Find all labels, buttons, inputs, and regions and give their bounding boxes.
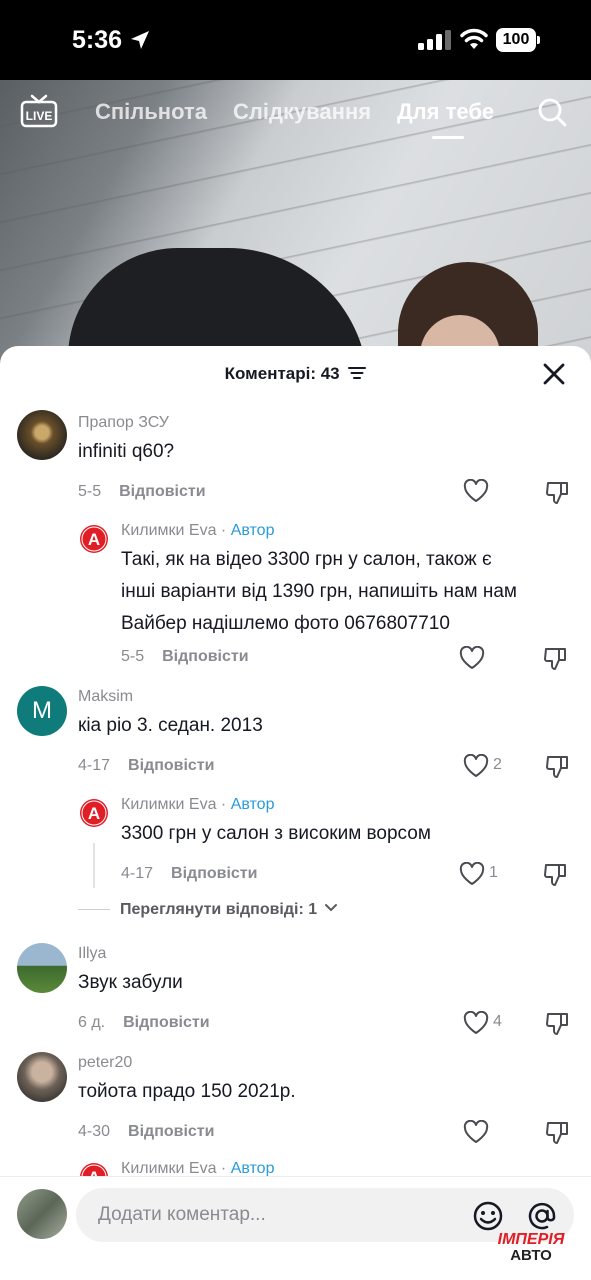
sort-icon[interactable] bbox=[348, 366, 367, 380]
comment-meta: 4-17 Відповісти bbox=[78, 757, 214, 775]
comments-title[interactable]: Коментарі: 43 bbox=[0, 364, 591, 384]
wifi-icon bbox=[460, 28, 488, 49]
like-button[interactable]: 2 bbox=[463, 753, 502, 780]
cellular-signal-icon bbox=[418, 30, 451, 50]
chevron-down-icon bbox=[324, 904, 337, 912]
svg-text:A: A bbox=[88, 804, 100, 823]
comments-count: Коментарі: 43 bbox=[224, 364, 340, 383]
dislike-icon[interactable] bbox=[543, 862, 569, 888]
reply-button[interactable]: Відповісти bbox=[128, 1123, 214, 1140]
comment-date: 4-30 bbox=[78, 1123, 111, 1140]
status-bar: 5:36 100 bbox=[0, 0, 591, 80]
live-tv-icon[interactable]: LIVE bbox=[20, 94, 58, 128]
comment-meta: 4-17 Відповісти bbox=[121, 865, 257, 883]
comment-text: тойота прадо 150 2021р. bbox=[78, 1081, 296, 1102]
heart-icon bbox=[459, 645, 485, 669]
brand-logo: A bbox=[80, 799, 108, 827]
comment-meta: 5-5 Відповісти bbox=[121, 648, 249, 666]
like-count: 1 bbox=[489, 864, 498, 881]
brand-logo: A bbox=[80, 525, 108, 553]
live-label: LIVE bbox=[26, 109, 53, 123]
close-icon[interactable] bbox=[540, 360, 568, 388]
avatar[interactable] bbox=[17, 1052, 67, 1102]
dislike-icon[interactable] bbox=[545, 1120, 571, 1146]
comment-username[interactable]: Килимки Eva · Автор bbox=[121, 796, 274, 814]
comment-meta: 4-30 Відповісти bbox=[78, 1123, 214, 1141]
like-button[interactable]: 4 bbox=[463, 1010, 502, 1037]
heart-icon bbox=[463, 1010, 489, 1034]
like-button[interactable] bbox=[459, 645, 485, 672]
dislike-icon[interactable] bbox=[543, 646, 569, 672]
avatar[interactable] bbox=[17, 943, 67, 993]
mention-icon[interactable] bbox=[526, 1200, 558, 1232]
comment-text: 3300 грн у салон з високим ворсом bbox=[121, 823, 431, 844]
dislike-icon[interactable] bbox=[545, 754, 571, 780]
comment-username[interactable]: Килимки Eva · Автор bbox=[121, 522, 274, 540]
search-icon[interactable] bbox=[536, 96, 568, 128]
author-badge: Автор bbox=[230, 522, 275, 539]
svg-text:A: A bbox=[88, 530, 100, 549]
author-avatar[interactable]: A bbox=[79, 798, 109, 828]
author-badge: Автор bbox=[230, 1160, 275, 1177]
comment-input[interactable] bbox=[98, 1188, 468, 1242]
location-arrow-icon bbox=[131, 31, 149, 49]
like-button[interactable] bbox=[463, 478, 489, 505]
battery-level: 100 bbox=[496, 28, 536, 52]
comment-date: 5-5 bbox=[121, 648, 145, 665]
reply-button[interactable]: Відповісти bbox=[128, 757, 214, 774]
comment-date: 6 д. bbox=[78, 1014, 106, 1031]
current-user-avatar bbox=[17, 1189, 67, 1239]
reply-button[interactable]: Відповісти bbox=[123, 1014, 209, 1031]
dislike-icon[interactable] bbox=[545, 1011, 571, 1037]
dislike-icon[interactable] bbox=[545, 480, 571, 506]
comment-meta: 5-5 Відповісти bbox=[78, 483, 206, 501]
avatar[interactable]: M bbox=[17, 686, 67, 736]
like-count: 4 bbox=[493, 1013, 502, 1030]
comment-text: кіа ріо 3. седан. 2013 bbox=[78, 715, 263, 736]
comment-date: 4-17 bbox=[121, 865, 154, 882]
watermark-line2: АВТО bbox=[510, 1247, 552, 1264]
comment-date: 4-17 bbox=[78, 757, 111, 774]
battery-icon: 100 bbox=[496, 28, 540, 52]
watermark-line1: ІМПЕРІЯ bbox=[497, 1231, 565, 1248]
status-time: 5:36 bbox=[72, 26, 123, 54]
comment-text: infiniti q60? bbox=[78, 441, 175, 462]
comments-sheet: Коментарі: 43 Прапор ЗСУ infiniti q60? 5… bbox=[0, 346, 591, 1280]
comment-username[interactable]: Прапор ЗСУ bbox=[78, 414, 169, 432]
emoji-icon[interactable] bbox=[472, 1200, 504, 1232]
comment-text: Такі, як на відео 3300 грн у салон, тако… bbox=[121, 549, 517, 634]
like-button[interactable] bbox=[463, 1119, 489, 1146]
tab-community[interactable]: Спільнота bbox=[95, 99, 207, 125]
avatar[interactable] bbox=[17, 410, 67, 460]
reply-button[interactable]: Відповісти bbox=[119, 483, 205, 500]
comments-header: Коментарі: 43 bbox=[0, 346, 591, 402]
active-tab-indicator bbox=[432, 136, 464, 139]
reply-button[interactable]: Відповісти bbox=[171, 865, 257, 882]
heart-icon bbox=[463, 753, 489, 777]
view-replies-button[interactable]: Переглянути відповіді: 1 bbox=[78, 901, 338, 919]
top-navigation: LIVE Спільнота Слідкування Для тебе bbox=[0, 80, 591, 150]
heart-icon bbox=[463, 478, 489, 502]
comment-username[interactable]: peter20 bbox=[78, 1054, 132, 1072]
heart-icon bbox=[459, 861, 485, 885]
reply-button[interactable]: Відповісти bbox=[162, 648, 248, 665]
tab-following[interactable]: Слідкування bbox=[233, 99, 371, 125]
comment-username[interactable]: Maksim bbox=[78, 688, 133, 706]
brand-watermark: ІМПЕРІЯ АВТО bbox=[486, 1231, 576, 1264]
thread-line bbox=[93, 843, 95, 888]
like-count: 2 bbox=[493, 756, 502, 773]
like-button[interactable]: 1 bbox=[459, 861, 498, 888]
comment-date: 5-5 bbox=[78, 483, 102, 500]
comment-input-bar bbox=[0, 1176, 591, 1280]
author-badge: Автор bbox=[230, 796, 275, 813]
author-avatar[interactable]: A bbox=[79, 524, 109, 554]
comment-username[interactable]: Illya bbox=[78, 945, 106, 963]
heart-icon bbox=[463, 1119, 489, 1143]
comment-meta: 6 д. Відповісти bbox=[78, 1014, 210, 1032]
tab-for-you[interactable]: Для тебе bbox=[397, 99, 494, 125]
comment-text: Звук забули bbox=[78, 972, 183, 993]
view-replies-label: Переглянути відповіді: 1 bbox=[120, 901, 318, 918]
